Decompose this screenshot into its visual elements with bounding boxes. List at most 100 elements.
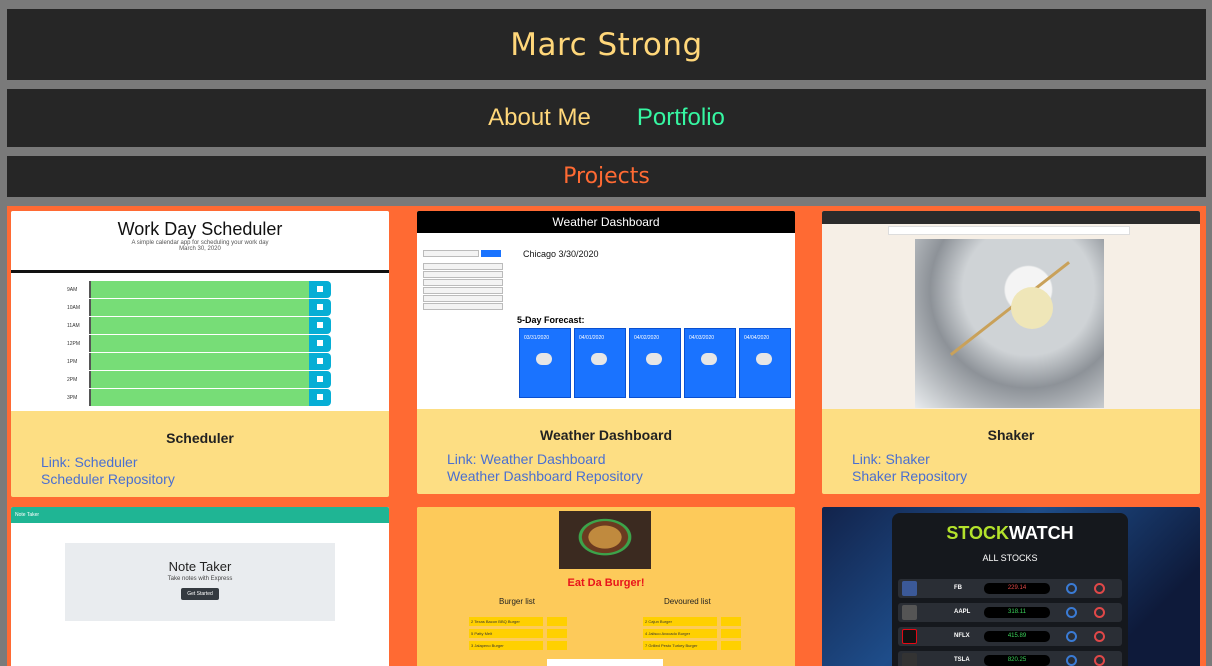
repository-link[interactable]: Shaker Repository (852, 468, 1200, 485)
navbar (822, 211, 1200, 224)
time-block: 3PM (67, 389, 331, 406)
save-icon (309, 371, 331, 388)
forecast-day: 03/31/2020 (519, 328, 571, 398)
apple-icon (902, 605, 917, 620)
save-icon (309, 335, 331, 352)
card-title: Shaker (987, 427, 1035, 443)
projects-header: Projects (7, 156, 1206, 197)
delete-icon (1094, 583, 1105, 594)
hour-label: 11AM (67, 323, 80, 329)
project-link[interactable]: Link: Scheduler (41, 454, 389, 471)
project-link[interactable]: Link: Shaker (852, 451, 1200, 468)
project-card-note-taker: Note Taker Note Taker Take notes with Ex… (11, 507, 389, 666)
time-block: 11AM (67, 317, 331, 334)
card-title: Scheduler (166, 430, 234, 446)
time-block: 9AM (67, 281, 331, 298)
tesla-icon (902, 653, 917, 666)
hour-label: 10AM (67, 305, 81, 311)
save-icon (309, 299, 331, 316)
facebook-icon (902, 581, 917, 596)
stockwatch-screenshot[interactable]: STOCKWATCH ALL STOCKS FB 229.14 AAPL 318… (822, 507, 1200, 666)
devoured-item: 4 Jalisco Avocado Burger (643, 629, 717, 638)
weather-city: Chicago 3/30/2020 (523, 249, 599, 259)
stock-ticker: AAPL (954, 609, 971, 615)
forecast-label: 5-Day Forecast: (517, 315, 585, 325)
project-card-stockwatch: STOCKWATCH ALL STOCKS FB 229.14 AAPL 318… (822, 507, 1200, 666)
project-card-shaker: Shaker Link: Shaker Shaker Repository (822, 211, 1200, 494)
delete-icon (1094, 631, 1105, 642)
burger-screenshot[interactable]: Eat Da Burger! Burger list Devoured list… (417, 507, 795, 666)
get-started-button: Get Started (181, 588, 219, 600)
nav-portfolio-link[interactable]: Portfolio (637, 104, 725, 132)
site-title: Marc Strong (510, 26, 703, 63)
hour-label: 3PM (67, 395, 78, 401)
forecast-day: 04/03/2020 (684, 328, 736, 398)
stock-price: 415.89 (984, 631, 1050, 642)
projects-grid: Work Day Scheduler A simple calendar app… (7, 206, 1206, 666)
burger-item: 5 Patty Melt (469, 629, 543, 638)
burger-input (547, 659, 663, 666)
note-taker-subtitle: Take notes with Express (167, 576, 233, 582)
info-icon (1066, 655, 1077, 666)
stock-panel: STOCKWATCH ALL STOCKS FB 229.14 AAPL 318… (892, 513, 1128, 666)
stock-price: 318.11 (984, 607, 1050, 618)
weather-screenshot[interactable]: Weather Dashboard Chicago 3/30/2020 5-Da… (417, 211, 795, 409)
repository-link[interactable]: Scheduler Repository (41, 471, 389, 488)
project-card-burger: Eat Da Burger! Burger list Devoured list… (417, 507, 795, 666)
devoured-item: 7 Grilled Pesto Turkey Burger (643, 641, 717, 650)
project-card-scheduler: Work Day Scheduler A simple calendar app… (11, 211, 389, 497)
site-header: Marc Strong (7, 9, 1206, 80)
stock-price: 820.25 (984, 655, 1050, 666)
note-taker-heading: Note Taker (168, 559, 232, 574)
forecast-day: 04/04/2020 (739, 328, 791, 398)
hour-label: 9AM (67, 287, 78, 293)
save-icon (309, 281, 331, 298)
hour-label: 2PM (67, 377, 78, 383)
city-search-list (423, 245, 503, 311)
divider (11, 270, 389, 273)
save-icon (309, 317, 331, 334)
martini-image (915, 239, 1104, 408)
burger-item: 3 Jalapeno Burger (469, 641, 543, 650)
stock-row: NFLX 415.89 (898, 627, 1122, 646)
repository-link[interactable]: Weather Dashboard Repository (447, 468, 795, 485)
stock-row: TSLA 820.25 (898, 651, 1122, 666)
stockwatch-logo: STOCKWATCH (946, 523, 1074, 543)
delete-icon (1094, 607, 1105, 618)
burger-list-label: Burger list (499, 597, 536, 606)
forecast-day: 04/02/2020 (629, 328, 681, 398)
time-block: 2PM (67, 371, 331, 388)
info-icon (1066, 607, 1077, 618)
burger-image (559, 511, 651, 569)
stock-row: FB 229.14 (898, 579, 1122, 598)
forecast-day: 04/01/2020 (574, 328, 626, 398)
devoured-item: 2 Cajun Burger (643, 617, 717, 626)
all-stocks-label: ALL STOCKS (982, 553, 1038, 563)
shaker-screenshot[interactable] (822, 211, 1200, 409)
info-icon (1066, 631, 1077, 642)
stock-price: 229.14 (984, 583, 1050, 594)
devoured-list-label: Devoured list (664, 597, 711, 606)
project-link[interactable]: Link: Weather Dashboard (447, 451, 795, 468)
netflix-icon (902, 629, 917, 644)
burger-title: Eat Da Burger! (567, 577, 645, 589)
save-icon (309, 389, 331, 406)
info-icon (1066, 583, 1077, 594)
time-block: 1PM (67, 353, 331, 370)
search-input (888, 226, 1130, 235)
main-nav: About Me Portfolio (7, 89, 1206, 147)
navbar: Note Taker (11, 507, 389, 523)
hour-label: 12PM (67, 341, 81, 347)
scheduler-screenshot[interactable]: Work Day Scheduler A simple calendar app… (11, 211, 389, 411)
stock-ticker: TSLA (954, 657, 970, 663)
nav-about-link[interactable]: About Me (488, 104, 591, 132)
stock-ticker: FB (954, 585, 962, 591)
jumbotron: Note Taker Take notes with Express Get S… (65, 543, 335, 621)
scheduler-preview-heading: Work Day Scheduler (117, 219, 283, 239)
scheduler-preview-date: March 30, 2020 (179, 246, 221, 252)
stock-ticker: NFLX (954, 633, 970, 639)
burger-item: 2 Texas Bacon BBQ Burger (469, 617, 543, 626)
projects-title: Projects (563, 164, 650, 189)
delete-icon (1094, 655, 1105, 666)
note-taker-screenshot[interactable]: Note Taker Note Taker Take notes with Ex… (11, 507, 389, 666)
